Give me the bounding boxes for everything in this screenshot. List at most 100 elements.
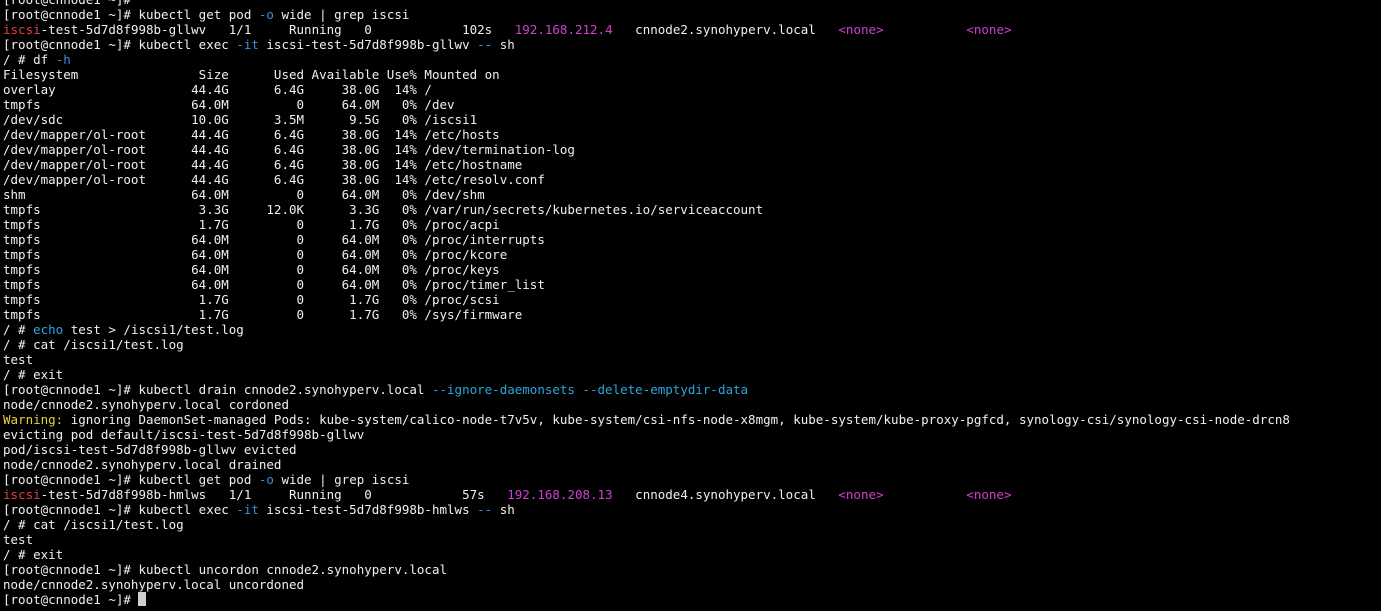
terminal-text: tmpfs 64.0M 0 64.0M 0% /proc/keys [3, 262, 500, 277]
terminal-line: iscsi-test-5d7d8f998b-gllwv 1/1 Running … [3, 22, 1381, 37]
terminal-line: node/cnnode2.synohyperv.local drained [3, 457, 1381, 472]
terminal-text: /dev/mapper/ol-root 44.4G 6.4G 38.0G 14%… [3, 127, 500, 142]
terminal-line: [root@cnnode1 ~]# kubectl get pod -o wid… [3, 7, 1381, 22]
terminal-text: test [3, 352, 34, 367]
terminal-text: pod/iscsi-test-5d7d8f998b-gllwv evicted [3, 442, 297, 457]
terminal-text: Warning: [3, 412, 64, 427]
terminal-text: shm 64.0M 0 64.0M 0% /dev/shm [3, 187, 485, 202]
terminal-text: evicting pod default/iscsi-test-5d7d8f99… [3, 427, 365, 442]
terminal-text: -h [55, 52, 71, 67]
terminal-cursor[interactable] [138, 592, 147, 606]
terminal-line: Warning: ignoring DaemonSet-managed Pods… [3, 412, 1381, 427]
terminal-text: / # [3, 322, 34, 337]
terminal-line: overlay 44.4G 6.4G 38.0G 14% / [3, 82, 1381, 97]
terminal-text: tmpfs 64.0M 0 64.0M 0% /proc/timer_list [3, 277, 545, 292]
terminal-line: pod/iscsi-test-5d7d8f998b-gllwv evicted [3, 442, 1381, 457]
terminal-line: / # exit [3, 367, 1381, 382]
terminal-text: sh [492, 502, 515, 517]
terminal-text: echo [33, 322, 64, 337]
terminal-line: / # exit [3, 547, 1381, 562]
terminal-line: / # cat /iscsi1/test.log [3, 337, 1381, 352]
terminal-line: / # echo test > /iscsi1/test.log [3, 322, 1381, 337]
terminal-text: -test-5d7d8f998b-gllwv 1/1 Running 0 102… [40, 22, 515, 37]
terminal-text: <none> [838, 487, 884, 502]
terminal-text: <none> [966, 22, 1012, 37]
terminal-line: [root@cnnode1 ~]# kubectl drain cnnode2.… [3, 382, 1381, 397]
terminal-text: / # cat /iscsi1/test.log [3, 337, 184, 352]
terminal-line: [root@cnnode1 ~]# [3, 592, 1381, 607]
terminal-text: -o [258, 472, 274, 487]
terminal-text: overlay 44.4G 6.4G 38.0G 14% / [3, 82, 432, 97]
terminal-line: tmpfs 1.7G 0 1.7G 0% /proc/scsi [3, 292, 1381, 307]
terminal-output[interactable]: [root@cnnode1 ~]#[root@cnnode1 ~]# kubec… [3, 0, 1381, 607]
terminal-text: iscsi [3, 487, 41, 502]
terminal-line: [root@cnnode1 ~]# kubectl exec -it iscsi… [3, 37, 1381, 52]
terminal-text: [root@cnnode1 ~]# kubectl exec [3, 502, 237, 517]
terminal-text: node/cnnode2.synohyperv.local cordoned [3, 397, 289, 412]
terminal-line: node/cnnode2.synohyperv.local cordoned [3, 397, 1381, 412]
terminal-text: tmpfs 3.3G 12.0K 3.3G 0% /var/run/secret… [3, 202, 764, 217]
terminal-line: tmpfs 64.0M 0 64.0M 0% /proc/kcore [3, 247, 1381, 262]
terminal-line: / # cat /iscsi1/test.log [3, 517, 1381, 532]
terminal-line: shm 64.0M 0 64.0M 0% /dev/shm [3, 187, 1381, 202]
terminal-line: [root@cnnode1 ~]# [3, 0, 1381, 7]
terminal-line: tmpfs 64.0M 0 64.0M 0% /dev [3, 97, 1381, 112]
terminal-text: -it [236, 37, 259, 52]
terminal-text: iscsi-test-5d7d8f998b-gllwv [258, 37, 478, 52]
terminal-line: iscsi-test-5d7d8f998b-hmlws 1/1 Running … [3, 487, 1381, 502]
terminal-text: tmpfs 1.7G 0 1.7G 0% /sys/firmware [3, 307, 523, 322]
terminal-line: /dev/mapper/ol-root 44.4G 6.4G 38.0G 14%… [3, 127, 1381, 142]
terminal-text: wide | grep iscsi [273, 7, 410, 22]
terminal-text: /dev/mapper/ol-root 44.4G 6.4G 38.0G 14%… [3, 157, 523, 172]
terminal-text: --ignore-daemonsets --delete-emptydir-da… [431, 382, 749, 397]
terminal-line: / # df -h [3, 52, 1381, 67]
terminal-text: [root@cnnode1 ~]# [3, 592, 139, 607]
terminal-window[interactable]: [root@cnnode1 ~]#[root@cnnode1 ~]# kubec… [3, 0, 1381, 607]
terminal-text: / # exit [3, 367, 64, 382]
terminal-line: tmpfs 64.0M 0 64.0M 0% /proc/keys [3, 262, 1381, 277]
terminal-text: -test-5d7d8f998b-hmlws 1/1 Running 0 57s [40, 487, 508, 502]
terminal-text: -it [236, 502, 259, 517]
terminal-text: 192.168.208.13 [507, 487, 613, 502]
terminal-line: /dev/mapper/ol-root 44.4G 6.4G 38.0G 14%… [3, 142, 1381, 157]
terminal-text: test > /iscsi1/test.log [63, 322, 244, 337]
terminal-text: tmpfs 1.7G 0 1.7G 0% /proc/scsi [3, 292, 500, 307]
terminal-line: tmpfs 3.3G 12.0K 3.3G 0% /var/run/secret… [3, 202, 1381, 217]
terminal-text: [root@cnnode1 ~]# kubectl drain cnnode2.… [3, 382, 432, 397]
terminal-text: /dev/mapper/ol-root 44.4G 6.4G 38.0G 14%… [3, 142, 575, 157]
terminal-text: cnnode2.synohyperv.local [612, 22, 839, 37]
terminal-text: wide | grep iscsi [273, 472, 410, 487]
terminal-line: node/cnnode2.synohyperv.local uncordoned [3, 577, 1381, 592]
terminal-text: tmpfs 1.7G 0 1.7G 0% /proc/acpi [3, 217, 500, 232]
terminal-line: [root@cnnode1 ~]# kubectl uncordon cnnod… [3, 562, 1381, 577]
terminal-line: tmpfs 64.0M 0 64.0M 0% /proc/interrupts [3, 232, 1381, 247]
terminal-text: /dev/sdc 10.0G 3.5M 9.5G 0% /iscsi1 [3, 112, 478, 127]
terminal-text: / # exit [3, 547, 64, 562]
terminal-text: -- [477, 37, 493, 52]
terminal-line: /dev/sdc 10.0G 3.5M 9.5G 0% /iscsi1 [3, 112, 1381, 127]
terminal-line: test [3, 352, 1381, 367]
terminal-line: tmpfs 1.7G 0 1.7G 0% /sys/firmware [3, 307, 1381, 322]
terminal-text: [root@cnnode1 ~]# kubectl get pod [3, 7, 259, 22]
terminal-text: iscsi [3, 22, 41, 37]
terminal-text: /dev/mapper/ol-root 44.4G 6.4G 38.0G 14%… [3, 172, 545, 187]
terminal-text: sh [492, 37, 515, 52]
terminal-text: <none> [966, 487, 1012, 502]
terminal-text: node/cnnode2.synohyperv.local drained [3, 457, 282, 472]
terminal-text: / # cat /iscsi1/test.log [3, 517, 184, 532]
terminal-text: -- [477, 502, 493, 517]
terminal-text: ignoring DaemonSet-managed Pods: kube-sy… [63, 412, 1290, 427]
terminal-text: tmpfs 64.0M 0 64.0M 0% /proc/interrupts [3, 232, 545, 247]
terminal-text: test [3, 532, 34, 547]
terminal-line: [root@cnnode1 ~]# kubectl exec -it iscsi… [3, 502, 1381, 517]
terminal-text: 192.168.212.4 [514, 22, 613, 37]
terminal-text: [root@cnnode1 ~]# kubectl get pod [3, 472, 259, 487]
terminal-line: [root@cnnode1 ~]# kubectl get pod -o wid… [3, 472, 1381, 487]
terminal-text: tmpfs 64.0M 0 64.0M 0% /dev [3, 97, 455, 112]
terminal-text: tmpfs 64.0M 0 64.0M 0% /proc/kcore [3, 247, 508, 262]
terminal-text: iscsi-test-5d7d8f998b-hmlws [258, 502, 478, 517]
terminal-line: tmpfs 64.0M 0 64.0M 0% /proc/timer_list [3, 277, 1381, 292]
terminal-line: /dev/mapper/ol-root 44.4G 6.4G 38.0G 14%… [3, 172, 1381, 187]
